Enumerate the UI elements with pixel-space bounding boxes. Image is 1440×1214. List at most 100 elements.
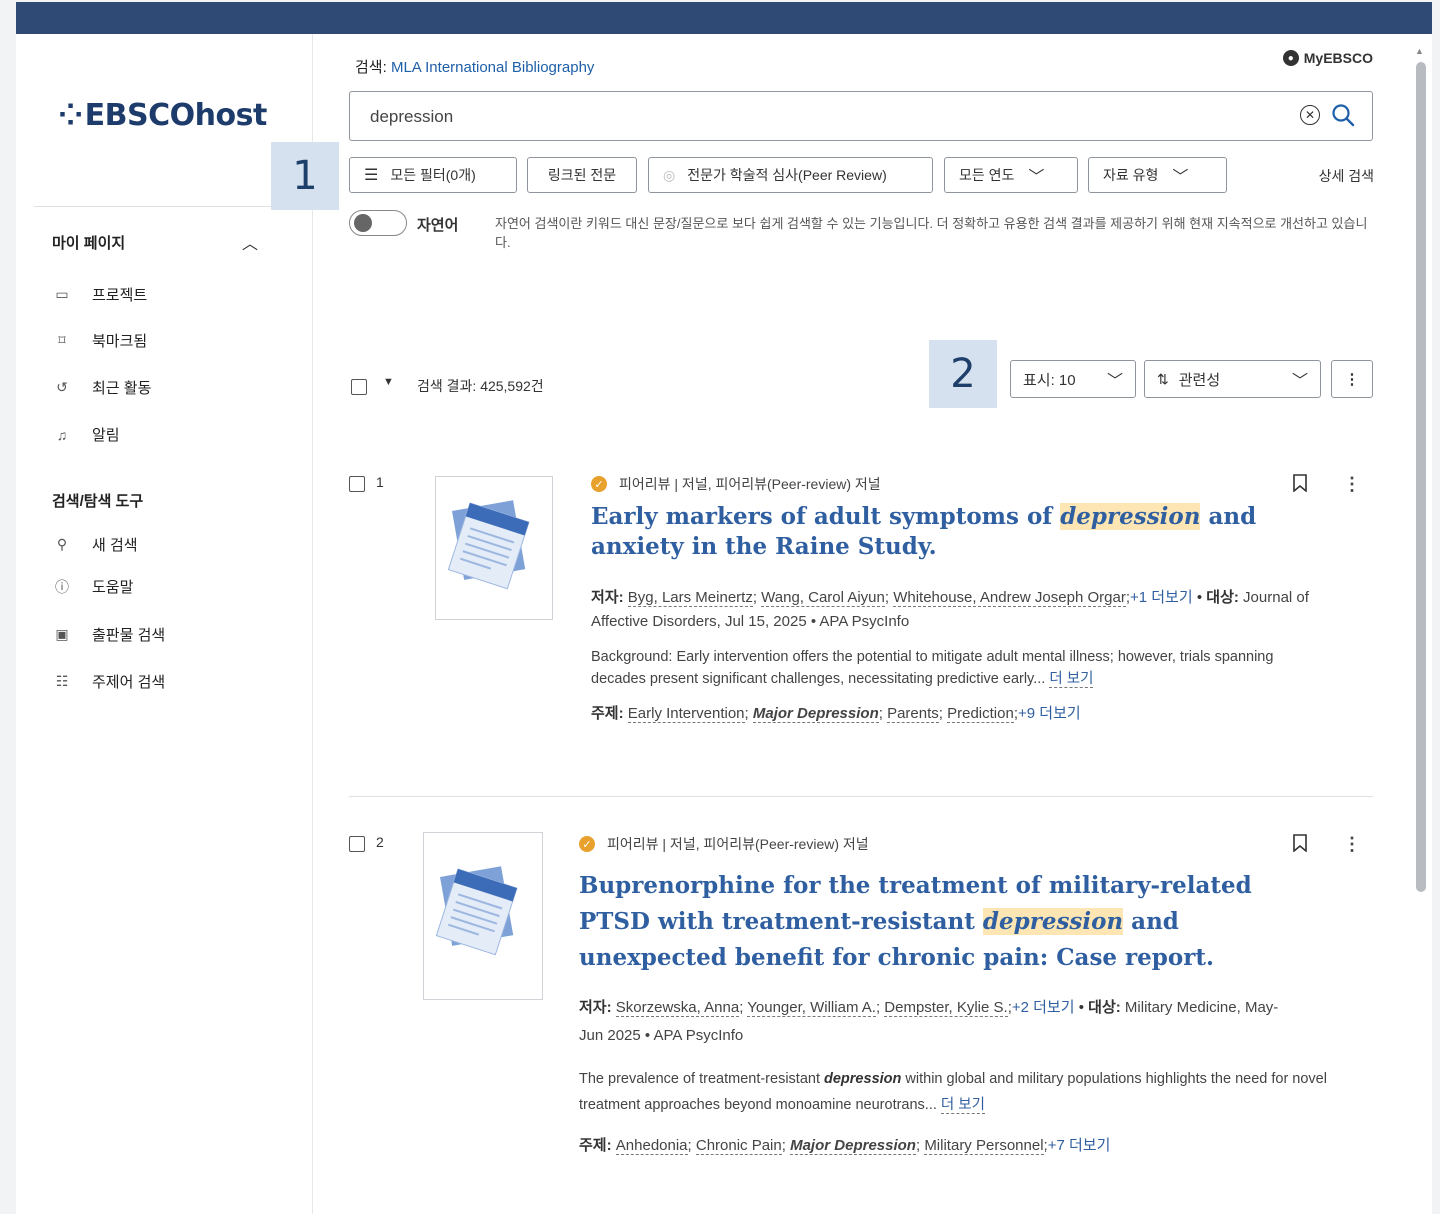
author-link[interactable]: Dempster, Kylie S.	[884, 999, 1008, 1017]
source-type-dropdown[interactable]: 자료 유형 ﹀	[1088, 157, 1227, 193]
scroll-up-icon[interactable]: ▲	[1415, 46, 1424, 56]
ebscohost-logo[interactable]: ⁘EBSCOhost	[58, 98, 267, 133]
document-icon	[447, 500, 530, 590]
sidebar-item-label: 도움말	[92, 579, 134, 596]
all-years-dropdown[interactable]: 모든 연도 ﹀	[944, 157, 1078, 193]
more-options-button[interactable]: ⋮	[1331, 360, 1373, 398]
result-title[interactable]: Buprenorphine for the treatment of milit…	[579, 868, 1319, 976]
section-search-tools: 검색/탐색 도구	[52, 493, 144, 510]
abstract-text: Background: Early intervention offers th…	[591, 649, 1274, 687]
filter-icon: ☰	[364, 167, 379, 184]
subject-link[interactable]: Major Depression	[790, 1137, 916, 1155]
chevron-up-icon[interactable]: ︿	[242, 230, 258, 254]
all-filters-label: 모든 필터(0개)	[390, 167, 476, 183]
sidebar-item-recent[interactable]: ↺ 최근 활동	[52, 377, 151, 398]
subjects-label: 주제:	[579, 1137, 612, 1154]
folder-icon: ▭	[55, 286, 69, 302]
search-icon[interactable]	[1330, 102, 1356, 128]
result-title[interactable]: Early markers of adult symptoms of depre…	[591, 502, 1331, 562]
top-bar	[16, 2, 1432, 34]
sidebar-item-label: 새 검색	[92, 537, 138, 554]
subjects-more-link[interactable]: +9 더보기	[1018, 705, 1081, 722]
all-years-label: 모든 연도	[959, 167, 1015, 183]
sidebar-item-alerts[interactable]: ♫ 알림	[52, 424, 120, 445]
abstract-more-link[interactable]: 더 보기	[1049, 671, 1094, 688]
subject-link[interactable]: Parents	[887, 705, 939, 723]
sort-dropdown[interactable]: ⇅ 관련성 ﹀	[1144, 360, 1321, 398]
result-checkbox[interactable]	[349, 476, 365, 492]
author-link[interactable]: Skorzewska, Anna	[615, 999, 740, 1017]
result-checkbox[interactable]	[349, 836, 365, 852]
bookmark-icon: ⌑	[58, 332, 66, 348]
peer-reviewed-icon: ✓	[579, 836, 595, 852]
sidebar-item-help[interactable]: ⓘ 도움말	[52, 576, 133, 597]
sidebar-divider	[34, 206, 294, 207]
title-text: Early markers of adult symptoms of	[591, 503, 1061, 530]
app-frame: ⁘EBSCOhost 마이 페이지 ︿ ▭ 프로젝트 ⌑ 북마크됨 ↺ 최근 활…	[16, 34, 1432, 1214]
subject-link[interactable]: Anhedonia	[615, 1137, 688, 1155]
author-link[interactable]: Byg, Lars Meinertz	[627, 589, 753, 607]
scrollbar-thumb[interactable]	[1416, 62, 1426, 892]
per-page-dropdown[interactable]: 표시: 10 ﹀	[1010, 360, 1136, 398]
sidebar-item-label: 주제어 검색	[92, 674, 166, 691]
sidebar-item-projects[interactable]: ▭ 프로젝트	[52, 284, 147, 305]
document-thumbnail[interactable]	[423, 832, 543, 1000]
result-abstract: The prevalence of treatment-resistant de…	[579, 1066, 1327, 1118]
peer-review-label: 전문가 학술적 심사(Peer Review)	[687, 167, 887, 183]
linked-full-text-label: 링크된 전문	[547, 167, 617, 183]
result-subjects: 주제: Early Intervention; Major Depression…	[591, 705, 1081, 723]
section-my-page[interactable]: 마이 페이지	[52, 232, 125, 253]
kebab-icon[interactable]: ⋮	[1343, 835, 1361, 853]
result-number: 1	[376, 474, 384, 490]
sidebar-item-bookmarks[interactable]: ⌑ 북마크됨	[52, 330, 147, 351]
subjects-label: 주제:	[591, 705, 624, 722]
subjects-more-link[interactable]: +7 더보기	[1048, 1137, 1111, 1154]
kebab-icon[interactable]: ⋮	[1343, 475, 1361, 493]
result-type: ✓ 피어리뷰 | 저널, 피어리뷰(Peer-review) 저널	[579, 834, 869, 854]
search-input[interactable]	[368, 102, 1252, 132]
chevron-down-icon: ﹀	[1172, 169, 1189, 186]
author-link[interactable]: Wang, Carol Aiyun	[761, 589, 885, 607]
subject-link[interactable]: Major Depression	[752, 705, 879, 723]
sidebar-item-label: 알림	[92, 427, 120, 444]
select-all-checkbox[interactable]	[351, 379, 367, 395]
database-link[interactable]: MLA International Bibliography	[391, 59, 594, 76]
subject-link[interactable]: Early Intervention	[627, 705, 745, 723]
authors-label: 저자:	[591, 589, 624, 606]
authors-more-link[interactable]: +1 더보기	[1130, 589, 1193, 606]
scrollbar[interactable]: ▲	[1414, 34, 1428, 1214]
result-authors-source: 저자: Skorzewska, Anna; Younger, William A…	[579, 999, 1279, 1044]
sidebar-item-publications[interactable]: ▣ 출판물 검색	[52, 624, 165, 645]
linked-full-text-button[interactable]: 링크된 전문	[527, 157, 637, 193]
publication-icon: ▣	[55, 626, 69, 642]
abstract-highlight: depression	[824, 1071, 902, 1087]
all-filters-button[interactable]: ☰ 모든 필터(0개)	[349, 157, 517, 193]
result-type-label: 피어리뷰 | 저널, 피어리뷰(Peer-review) 저널	[619, 476, 881, 492]
bookmark-icon[interactable]	[1292, 834, 1308, 852]
caret-down-icon[interactable]: ▼	[383, 376, 394, 388]
bookmark-icon[interactable]	[1292, 474, 1308, 492]
result-abstract: Background: Early intervention offers th…	[591, 646, 1321, 690]
logo-text: EBSCOhost	[84, 98, 268, 133]
peer-review-button[interactable]: ◎ 전문가 학술적 심사(Peer Review)	[648, 157, 933, 193]
subject-link[interactable]: Military Personnel	[924, 1137, 1044, 1155]
main-content: 검색: MLA International Bibliography ● MyE…	[313, 34, 1403, 1214]
authors-more-link[interactable]: +2 더보기	[1012, 999, 1075, 1016]
search-icon: ⚲	[56, 536, 68, 552]
user-avatar-icon: ●	[1282, 50, 1299, 66]
natural-language-toggle[interactable]	[349, 210, 407, 236]
source-label: 대상:	[1206, 589, 1239, 606]
author-link[interactable]: Whitehouse, Andrew Joseph Orgar	[893, 589, 1126, 607]
subject-link[interactable]: Chronic Pain	[695, 1137, 782, 1155]
sidebar-item-subjects[interactable]: ☷ 주제어 검색	[52, 671, 165, 692]
sort-icon: ⇅	[1157, 370, 1169, 387]
source-type-label: 자료 유형	[1103, 167, 1159, 183]
clear-icon[interactable]: ✕	[1300, 105, 1320, 125]
abstract-more-link[interactable]: 더 보기	[940, 1097, 985, 1114]
author-link[interactable]: Younger, William A.	[747, 999, 876, 1017]
advanced-search-link[interactable]: 상세 검색	[1319, 166, 1374, 186]
document-thumbnail[interactable]	[435, 476, 553, 620]
sidebar-item-new-search[interactable]: ⚲ 새 검색	[52, 534, 138, 555]
subject-link[interactable]: Prediction	[947, 705, 1014, 723]
myebsco-account[interactable]: ● MyEBSCO	[1282, 50, 1373, 66]
